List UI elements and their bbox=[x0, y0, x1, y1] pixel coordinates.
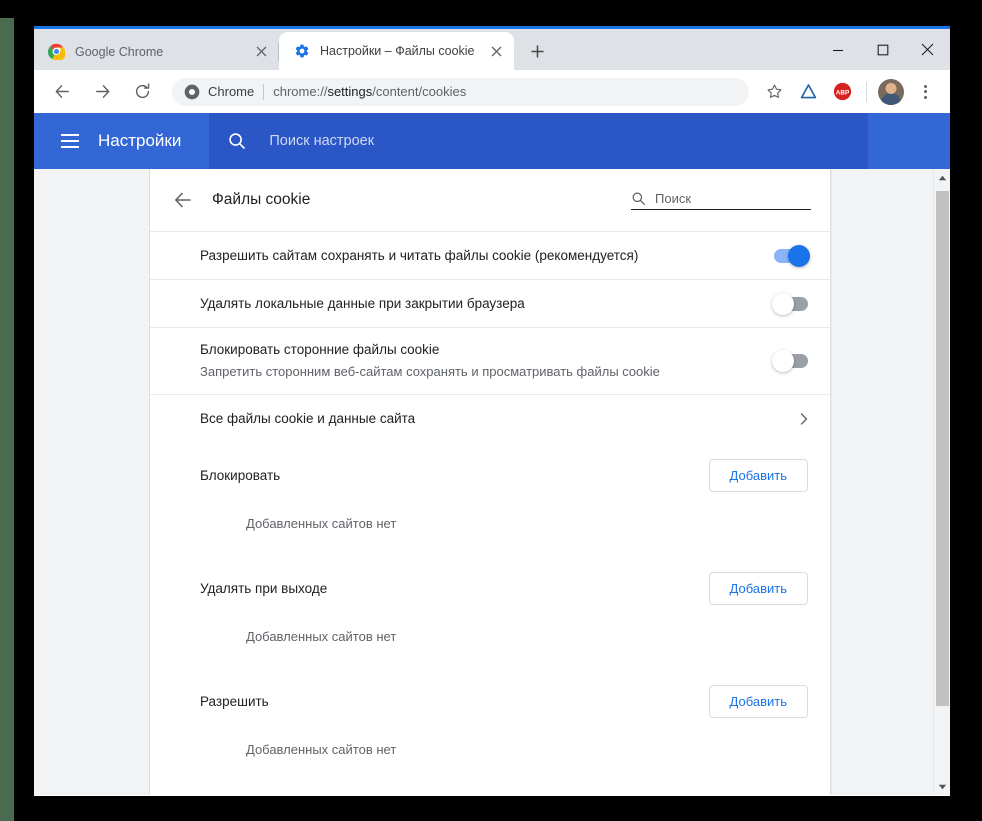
desktop-strip-top bbox=[0, 0, 14, 18]
desktop-strip bbox=[0, 0, 14, 821]
settings-search-placeholder: Поиск настроек bbox=[269, 133, 375, 149]
section-title: Разрешить bbox=[200, 693, 269, 709]
url-prefix: chrome:// bbox=[273, 84, 328, 99]
page-search-input[interactable]: Поиск bbox=[631, 191, 811, 210]
settings-title: Настройки bbox=[98, 131, 182, 150]
add-button-allow[interactable]: Добавить bbox=[708, 684, 808, 718]
search-icon bbox=[227, 131, 247, 151]
section-title: Удалять при выходе bbox=[200, 580, 328, 596]
card-edge-right bbox=[830, 169, 832, 795]
url-suffix: /content/cookies bbox=[372, 84, 467, 99]
page-header: Файлы cookie Поиск bbox=[150, 169, 830, 231]
section-title: Блокировать bbox=[200, 467, 281, 483]
avatar[interactable] bbox=[878, 78, 904, 105]
toggle-knob bbox=[772, 350, 794, 372]
browser-window: Google Chrome Настройки – Файлы cookie C… bbox=[34, 26, 950, 796]
settings-search-input[interactable]: Поиск настроек bbox=[209, 113, 868, 169]
scroll-up-arrow[interactable] bbox=[934, 169, 950, 186]
svg-text:ABP: ABP bbox=[835, 89, 849, 96]
empty-state-text: Добавленных сайтов нет bbox=[246, 742, 397, 757]
search-icon bbox=[631, 191, 646, 206]
clear-on-exit-section: Удалять при выходе Добавить Добавленных … bbox=[150, 555, 830, 668]
back-button[interactable] bbox=[47, 77, 77, 107]
scrollbar-thumb[interactable] bbox=[936, 191, 949, 706]
empty-state-text: Добавленных сайтов нет bbox=[246, 629, 397, 644]
new-tab-button[interactable] bbox=[520, 34, 554, 68]
close-button[interactable] bbox=[905, 29, 950, 70]
allow-cookies-row[interactable]: Разрешить сайтам сохранять и читать файл… bbox=[150, 231, 830, 279]
row-label: Все файлы cookie и данные сайта bbox=[200, 410, 416, 426]
star-icon[interactable] bbox=[760, 78, 788, 106]
url-highlight: settings bbox=[327, 84, 373, 99]
omnibox-chip-label: Chrome bbox=[208, 84, 255, 99]
tab-title: Настройки – Файлы cookie bbox=[320, 44, 475, 58]
triangle-extension-icon[interactable] bbox=[794, 78, 822, 106]
tab-close-button[interactable] bbox=[251, 42, 271, 62]
minimize-button[interactable] bbox=[815, 29, 860, 70]
chrome-icon bbox=[48, 43, 65, 60]
row-text: Блокировать сторонние файлы cookie Запре… bbox=[200, 340, 758, 382]
block-third-party-toggle[interactable] bbox=[772, 350, 808, 372]
section-header: Разрешить Добавить bbox=[200, 668, 808, 734]
row-text: Разрешить сайтам сохранять и читать файл… bbox=[200, 246, 758, 266]
settings-content: Файлы cookie Поиск Разрешить сайтам сохр… bbox=[34, 169, 950, 795]
forward-button[interactable] bbox=[87, 77, 117, 107]
row-label: Разрешить сайтам сохранять и читать файл… bbox=[200, 247, 639, 263]
tab-settings-cookies[interactable]: Настройки – Файлы cookie bbox=[279, 32, 514, 70]
page-search-placeholder: Поиск bbox=[655, 190, 692, 206]
row-label: Удалять локальные данные при закрытии бр… bbox=[200, 295, 525, 311]
add-button-clear-on-exit[interactable]: Добавить bbox=[708, 571, 808, 605]
allow-cookies-toggle[interactable] bbox=[774, 244, 810, 267]
chevron-right-icon bbox=[800, 412, 808, 425]
toolbar-divider bbox=[866, 81, 867, 102]
clear-on-exit-row[interactable]: Удалять локальные данные при закрытии бр… bbox=[150, 279, 830, 327]
cookies-settings-card: Файлы cookie Поиск Разрешить сайтам сохр… bbox=[150, 169, 830, 795]
omnibox-divider bbox=[263, 83, 265, 100]
toggle-knob bbox=[788, 244, 810, 267]
reload-button[interactable] bbox=[127, 77, 157, 107]
row-label: Блокировать сторонние файлы cookie bbox=[200, 342, 440, 357]
section-header: Блокировать Добавить bbox=[200, 442, 808, 508]
row-text: Удалять локальные данные при закрытии бр… bbox=[200, 294, 758, 314]
tab-google-chrome[interactable]: Google Chrome bbox=[34, 33, 279, 70]
hamburger-icon[interactable] bbox=[50, 121, 90, 161]
section-header: Удалять при выходе Добавить bbox=[200, 555, 808, 621]
clear-on-exit-toggle[interactable] bbox=[772, 292, 808, 315]
tab-strip: Google Chrome Настройки – Файлы cookie bbox=[34, 29, 950, 70]
back-arrow-icon[interactable] bbox=[164, 181, 202, 219]
block-section: Блокировать Добавить Добавленных сайтов … bbox=[150, 442, 830, 555]
browser-toolbar: Chrome chrome://settings/content/cookies… bbox=[34, 70, 950, 113]
chrome-page-icon bbox=[184, 84, 200, 100]
content-scrollbar[interactable] bbox=[933, 169, 950, 795]
tab-title: Google Chrome bbox=[75, 44, 164, 59]
omnibox-url: chrome://settings/content/cookies bbox=[273, 84, 466, 99]
block-third-party-row[interactable]: Блокировать сторонние файлы cookie Запре… bbox=[150, 327, 830, 394]
add-button-block[interactable]: Добавить bbox=[708, 458, 808, 492]
abp-icon[interactable]: ABP bbox=[828, 78, 856, 106]
scroll-down-arrow[interactable] bbox=[934, 778, 950, 795]
maximize-button[interactable] bbox=[860, 29, 905, 70]
row-sublabel: Запретить сторонним веб-сайтам сохранять… bbox=[200, 364, 660, 379]
all-cookies-row[interactable]: Все файлы cookie и данные сайта bbox=[150, 394, 830, 442]
toggle-knob bbox=[772, 292, 794, 315]
tab-close-button[interactable] bbox=[486, 41, 506, 61]
empty-state-text: Добавленных сайтов нет bbox=[246, 516, 397, 531]
page-title: Файлы cookie bbox=[212, 191, 311, 208]
three-dot-menu-icon[interactable] bbox=[911, 78, 939, 106]
row-text: Все файлы cookie и данные сайта bbox=[200, 409, 784, 429]
allow-section: Разрешить Добавить Добавленных сайтов не… bbox=[150, 668, 830, 781]
window-controls bbox=[815, 29, 950, 70]
gear-icon bbox=[293, 43, 310, 60]
settings-header: Настройки Поиск настроек bbox=[34, 113, 950, 169]
address-bar[interactable]: Chrome chrome://settings/content/cookies bbox=[172, 77, 749, 106]
